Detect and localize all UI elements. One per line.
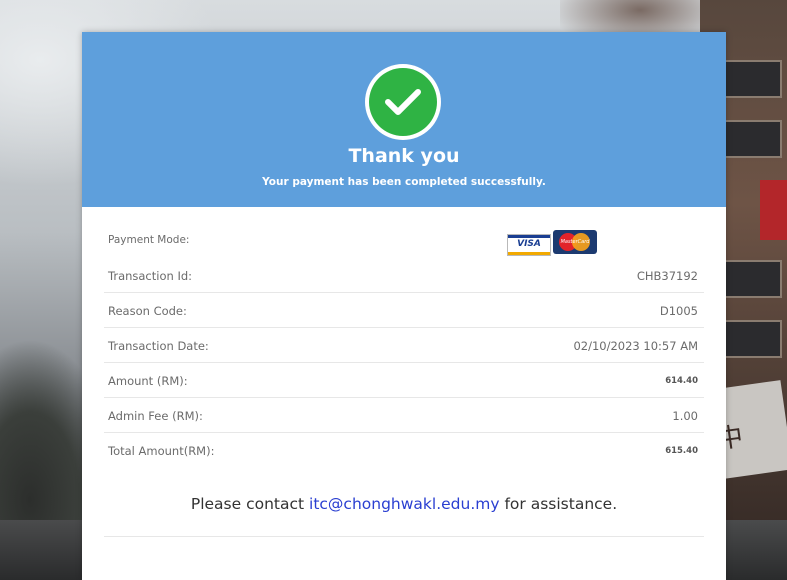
transaction-id-row: Transaction Id: CHB37192 xyxy=(104,258,704,293)
amount-label: Amount (RM): xyxy=(108,374,188,388)
payment-mode-row: Payment Mode: VISA MasterCard xyxy=(104,228,704,258)
thank-you-title: Thank you xyxy=(348,145,460,167)
transaction-date-row: Transaction Date: 02/10/2023 10:57 AM xyxy=(104,328,704,363)
contact-suffix: for assistance. xyxy=(499,495,618,513)
transaction-date-label: Transaction Date: xyxy=(108,339,209,353)
transaction-id-value: CHB37192 xyxy=(636,269,698,283)
total-amount-label: Total Amount(RM): xyxy=(108,444,215,458)
reason-code-row: Reason Code: D1005 xyxy=(104,293,704,328)
contact-message: Please contact itc@chonghwakl.edu.my for… xyxy=(82,495,726,513)
contact-prefix: Please contact xyxy=(190,495,310,513)
total-amount-row: Total Amount(RM): 615.40 xyxy=(104,433,704,467)
transaction-details: Payment Mode: VISA MasterCard Transactio… xyxy=(104,228,704,467)
visa-logo: VISA xyxy=(507,234,551,256)
bottom-divider xyxy=(104,536,704,537)
payment-mode-label: Payment Mode: xyxy=(108,234,190,246)
payment-receipt-card: Thank you Your payment has been complete… xyxy=(82,32,726,580)
admin-fee-row: Admin Fee (RM): 1.00 xyxy=(104,398,704,433)
amount-row: Amount (RM): 614.40 xyxy=(104,363,704,398)
total-amount-value: 615.40 xyxy=(665,446,698,456)
reason-code-value: D1005 xyxy=(659,304,698,318)
admin-fee-value: 1.00 xyxy=(672,409,698,423)
transaction-id-label: Transaction Id: xyxy=(108,269,193,283)
check-circle-icon xyxy=(365,64,441,140)
card-logos: VISA MasterCard xyxy=(507,230,599,256)
reason-code-label: Reason Code: xyxy=(108,304,187,318)
admin-fee-label: Admin Fee (RM): xyxy=(108,409,203,423)
amount-value: 614.40 xyxy=(665,376,698,386)
success-message: Your payment has been completed successf… xyxy=(262,176,546,188)
transaction-date-value: 02/10/2023 10:57 AM xyxy=(573,339,698,353)
contact-email-link[interactable]: itc@chonghwakl.edu.my xyxy=(309,495,500,513)
mastercard-logo: MasterCard xyxy=(553,230,597,254)
success-header: Thank you Your payment has been complete… xyxy=(82,32,726,207)
